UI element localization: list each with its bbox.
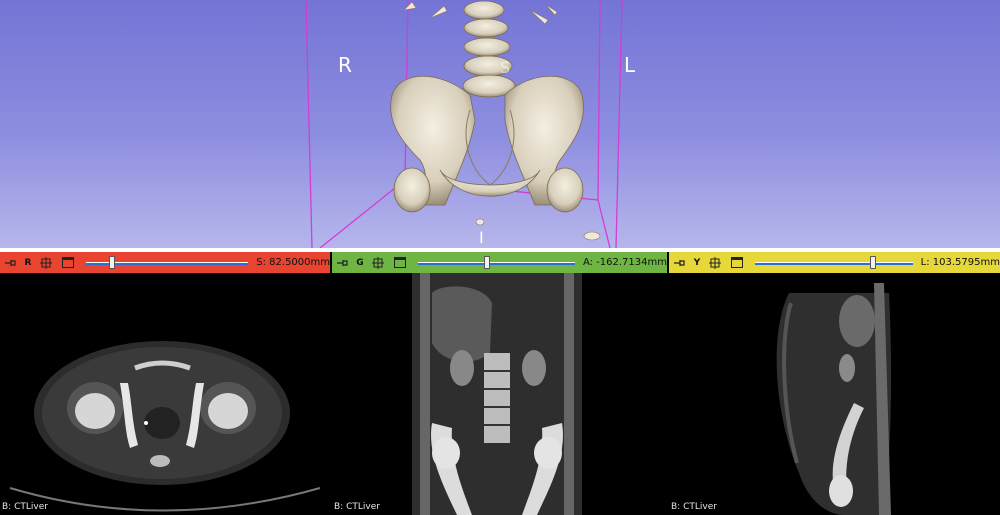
window-icon[interactable] bbox=[394, 257, 406, 268]
slice-offset-readout: A: -162.7134mm bbox=[582, 257, 667, 268]
slice-volume-label: B: CTLiver bbox=[334, 502, 380, 512]
yellow-slice-view[interactable]: Y L: 103.5795mm B: CTLiver bbox=[669, 252, 1000, 515]
link-icon[interactable] bbox=[40, 256, 52, 269]
red-slice-view[interactable]: R S: 82.5000mm B: CTLiver bbox=[0, 252, 330, 515]
orientation-label-bottom: I bbox=[479, 228, 484, 247]
pin-icon[interactable] bbox=[336, 258, 348, 268]
yellow-slice-controller: Y L: 103.5795mm bbox=[669, 252, 1000, 273]
yellow-slice-image[interactable]: B: CTLiver bbox=[669, 273, 1000, 515]
coronal-ct-slice bbox=[412, 273, 582, 515]
slice-offset-slider[interactable] bbox=[418, 255, 575, 270]
pin-icon[interactable] bbox=[4, 258, 16, 268]
slice-offset-slider[interactable] bbox=[86, 255, 249, 270]
slice-volume-label: B: CTLiver bbox=[671, 502, 717, 512]
window-icon[interactable] bbox=[731, 257, 743, 268]
pelvis-volume-rendering bbox=[390, 0, 601, 241]
slice-volume-label: B: CTLiver bbox=[2, 502, 48, 512]
orientation-label-right: L bbox=[624, 53, 636, 77]
orientation-label-top: S bbox=[500, 58, 511, 77]
slice-offset-readout: L: 103.5795mm bbox=[920, 257, 1000, 268]
sagittal-ct-slice bbox=[776, 283, 892, 515]
slice-offset-slider[interactable] bbox=[755, 255, 913, 270]
view-letter: R bbox=[24, 257, 32, 268]
view-letter: Y bbox=[693, 257, 701, 268]
3d-view[interactable]: R L I S bbox=[0, 0, 1000, 248]
green-slice-view[interactable]: G A: -162.7134mm B: CTLiver bbox=[332, 252, 667, 515]
view-letter: G bbox=[356, 257, 364, 268]
pin-icon[interactable] bbox=[673, 258, 685, 268]
green-slice-controller: G A: -162.7134mm bbox=[332, 252, 667, 273]
link-icon[interactable] bbox=[709, 256, 721, 269]
slider-thumb[interactable] bbox=[108, 255, 115, 269]
green-slice-image[interactable]: B: CTLiver bbox=[332, 273, 667, 515]
window-icon[interactable] bbox=[62, 257, 74, 268]
link-icon[interactable] bbox=[372, 256, 384, 269]
red-slice-image[interactable]: B: CTLiver bbox=[0, 273, 330, 515]
slider-thumb[interactable] bbox=[484, 255, 491, 269]
red-slice-controller: R S: 82.5000mm bbox=[0, 252, 330, 273]
orientation-label-left: R bbox=[338, 53, 352, 77]
slice-offset-readout: S: 82.5000mm bbox=[256, 257, 330, 268]
axial-ct-slice bbox=[9, 341, 321, 512]
slider-thumb[interactable] bbox=[870, 255, 877, 269]
